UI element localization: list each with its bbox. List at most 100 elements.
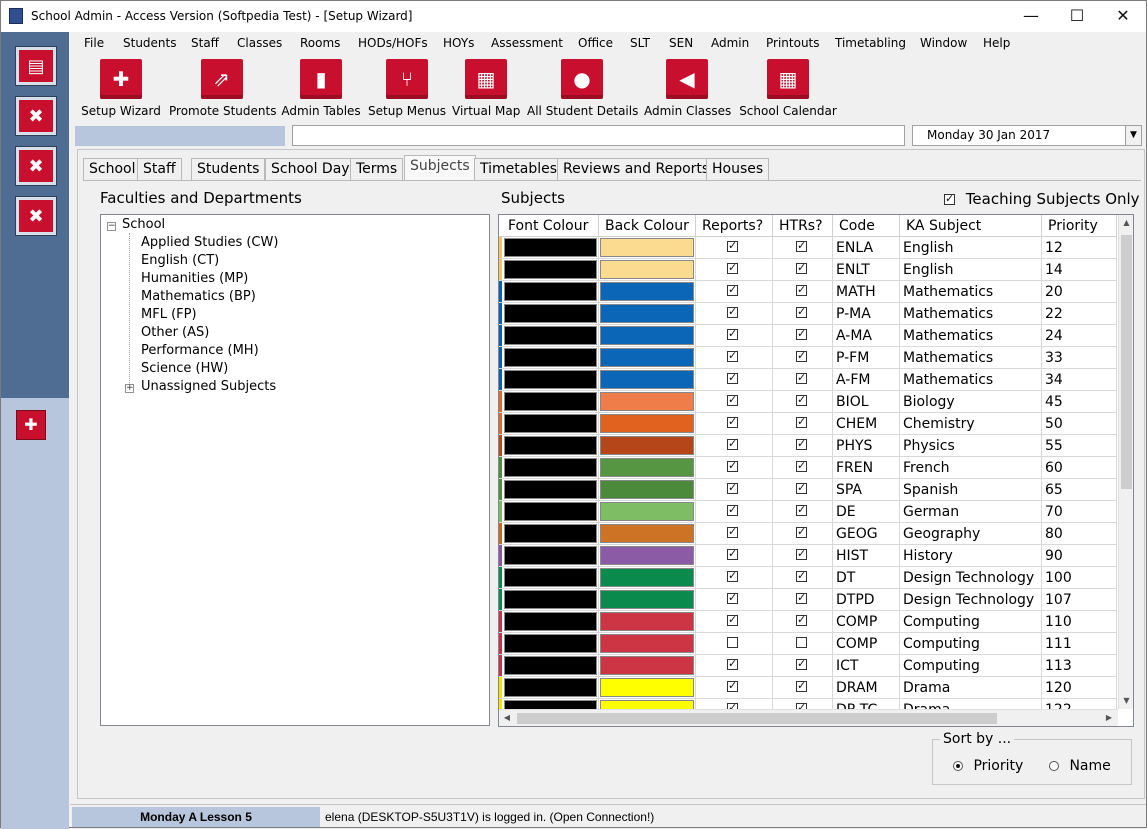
collapse-icon[interactable]: − — [107, 222, 116, 231]
menu-help[interactable]: Help — [983, 36, 1010, 50]
ka-subject-cell[interactable]: Chemistry — [900, 413, 1042, 435]
table-row[interactable]: SPASpanish65 — [499, 479, 1117, 501]
priority-cell[interactable]: 50 — [1042, 413, 1117, 435]
menu-rooms[interactable]: Rooms — [300, 36, 340, 50]
admin-tables-button[interactable]: ▮ Admin Tables — [281, 54, 361, 118]
code-cell[interactable]: SPA — [833, 479, 900, 501]
horizontal-scrollbar[interactable]: ◀ ▶ — [499, 709, 1118, 726]
htrs-checkbox[interactable] — [796, 569, 807, 582]
reports-checkbox[interactable] — [727, 547, 738, 560]
tree-item-other[interactable]: Other (AS) — [141, 325, 209, 340]
priority-cell[interactable]: 113 — [1042, 655, 1117, 677]
font-colour-swatch[interactable] — [504, 436, 597, 455]
tree-item-applied-studies[interactable]: Applied Studies (CW) — [141, 235, 278, 250]
back-colour-cell[interactable] — [599, 237, 696, 259]
code-cell[interactable]: ENLA — [833, 237, 900, 259]
tree-item-science[interactable]: Science (HW) — [141, 361, 228, 376]
menu-hods-hofs[interactable]: HODs/HOFs — [358, 36, 428, 50]
font-colour-swatch[interactable] — [504, 392, 597, 411]
ka-subject-cell[interactable]: Spanish — [900, 479, 1042, 501]
close-all-button[interactable]: ✖ — [15, 146, 57, 186]
admin-classes-button[interactable]: ◀ Admin Classes — [644, 54, 731, 118]
ka-subject-cell[interactable]: Mathematics — [900, 325, 1042, 347]
font-colour-cell[interactable] — [499, 413, 599, 435]
date-picker[interactable]: Monday 30 Jan 2017 ▼ — [912, 125, 1142, 146]
priority-cell[interactable]: 120 — [1042, 677, 1117, 699]
font-colour-cell[interactable] — [499, 633, 599, 655]
ka-subject-cell[interactable]: Mathematics — [900, 369, 1042, 391]
back-colour-cell[interactable] — [599, 369, 696, 391]
code-cell[interactable]: GEOG — [833, 523, 900, 545]
htrs-checkbox[interactable] — [796, 613, 807, 626]
sort-name-option[interactable]: Name — [1049, 758, 1111, 774]
reports-checkbox[interactable] — [727, 415, 738, 428]
reports-checkbox[interactable] — [727, 459, 738, 472]
menu-staff[interactable]: Staff — [191, 36, 219, 50]
reports-checkbox[interactable] — [727, 437, 738, 450]
back-colour-swatch[interactable] — [600, 656, 694, 675]
priority-cell[interactable]: 24 — [1042, 325, 1117, 347]
tab-students[interactable]: Students — [191, 158, 266, 180]
back-colour-swatch[interactable] — [600, 502, 694, 521]
htrs-checkbox[interactable] — [796, 261, 807, 274]
font-colour-cell[interactable] — [499, 589, 599, 611]
priority-cell[interactable]: 110 — [1042, 611, 1117, 633]
font-colour-cell[interactable] — [499, 303, 599, 325]
htrs-checkbox[interactable] — [796, 679, 807, 692]
back-colour-cell[interactable] — [599, 391, 696, 413]
reports-checkbox[interactable] — [727, 481, 738, 494]
reports-checkbox[interactable] — [727, 371, 738, 384]
close-box-button[interactable]: ✖ — [15, 196, 57, 236]
table-row[interactable]: ENLTEnglish14 — [499, 259, 1117, 281]
htrs-checkbox[interactable] — [796, 637, 807, 648]
all-student-details-button[interactable]: ● All Student Details — [527, 54, 638, 118]
table-row[interactable]: P-FMMathematics33 — [499, 347, 1117, 369]
ka-subject-cell[interactable]: Design Technology — [900, 567, 1042, 589]
priority-cell[interactable]: 22 — [1042, 303, 1117, 325]
scroll-thumb-h[interactable] — [517, 713, 997, 724]
ka-subject-cell[interactable]: English — [900, 237, 1042, 259]
setup-menus-button[interactable]: ⑂ Setup Menus — [367, 54, 447, 118]
table-row[interactable]: BIOLBiology45 — [499, 391, 1117, 413]
reports-checkbox[interactable] — [727, 283, 738, 296]
code-cell[interactable]: P-FM — [833, 347, 900, 369]
code-cell[interactable]: ICT — [833, 655, 900, 677]
font-colour-swatch[interactable] — [504, 634, 597, 653]
back-colour-cell[interactable] — [599, 303, 696, 325]
ka-subject-cell[interactable]: German — [900, 501, 1042, 523]
htrs-checkbox[interactable] — [796, 393, 807, 406]
font-colour-cell[interactable] — [499, 545, 599, 567]
reports-checkbox[interactable] — [727, 637, 738, 648]
htrs-checkbox[interactable] — [796, 327, 807, 340]
menu-students[interactable]: Students — [123, 36, 177, 50]
reports-checkbox[interactable] — [727, 305, 738, 318]
back-colour-cell[interactable] — [599, 347, 696, 369]
col-reports[interactable]: Reports? — [696, 215, 773, 237]
menu-slt[interactable]: SLT — [630, 36, 650, 50]
tab-reviews-and-reports[interactable]: Reviews and Reports — [557, 158, 716, 180]
font-colour-cell[interactable] — [499, 523, 599, 545]
tree-item-mathematics[interactable]: Mathematics (BP) — [141, 289, 256, 304]
scroll-right-icon[interactable]: ▶ — [1101, 710, 1117, 726]
table-row[interactable]: HISTHistory90 — [499, 545, 1117, 567]
tab-subjects[interactable]: Subjects — [404, 155, 476, 180]
col-back-colour[interactable]: Back Colour — [599, 215, 696, 237]
code-cell[interactable]: CHEM — [833, 413, 900, 435]
ka-subject-cell[interactable]: Drama — [900, 677, 1042, 699]
setup-wizard-button[interactable]: ✚ Setup Wizard — [80, 54, 162, 118]
ka-subject-cell[interactable]: French — [900, 457, 1042, 479]
htrs-checkbox[interactable] — [796, 371, 807, 384]
code-cell[interactable]: DE — [833, 501, 900, 523]
back-colour-swatch[interactable] — [600, 392, 694, 411]
ka-subject-cell[interactable]: Geography — [900, 523, 1042, 545]
reports-checkbox[interactable] — [727, 569, 738, 582]
font-colour-swatch[interactable] — [504, 502, 597, 521]
code-cell[interactable]: COMP — [833, 633, 900, 655]
subjects-grid[interactable]: Font Colour Back Colour Reports? HTRs? C… — [498, 214, 1134, 727]
tree-item-humanities[interactable]: Humanities (MP) — [141, 271, 248, 286]
radio-priority[interactable] — [953, 761, 963, 771]
ka-subject-cell[interactable]: Computing — [900, 611, 1042, 633]
priority-cell[interactable]: 80 — [1042, 523, 1117, 545]
back-colour-swatch[interactable] — [600, 634, 694, 653]
priority-cell[interactable]: 55 — [1042, 435, 1117, 457]
